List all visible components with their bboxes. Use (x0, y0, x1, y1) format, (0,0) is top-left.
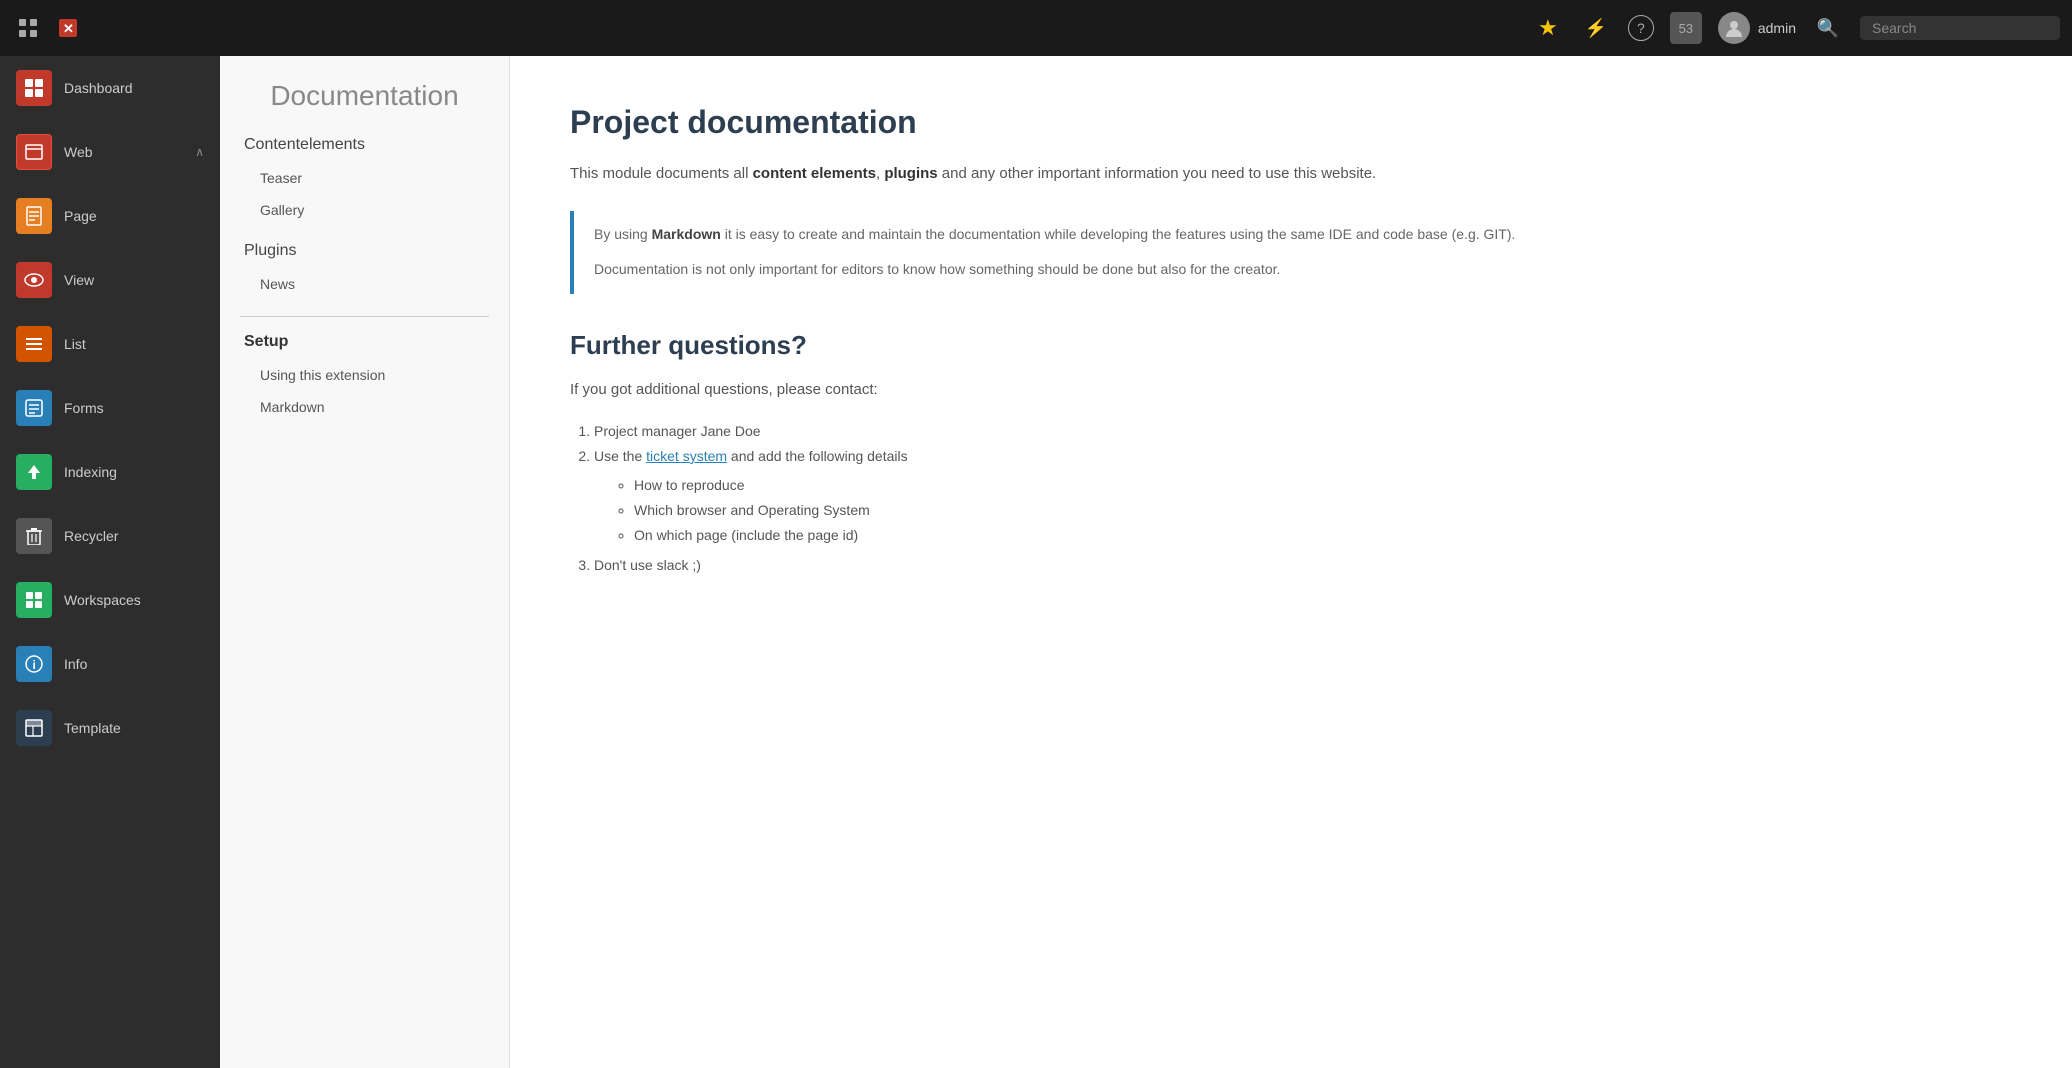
sidebar-label-view: View (64, 272, 204, 288)
sidebar-item-forms[interactable]: Forms (0, 376, 220, 440)
doc-panel: Documentation Contentelements Teaser Gal… (220, 56, 510, 1068)
search-toggle-icon[interactable]: 🔍 (1812, 12, 1844, 44)
sidebar-label-page: Page (64, 208, 204, 224)
sidebar-label-template: Template (64, 720, 204, 736)
content-intro: This module documents all content elemen… (570, 161, 2012, 187)
sub-list: How to reproduce Which browser and Opera… (634, 473, 2012, 549)
flash-icon[interactable]: ⚡ (1580, 12, 1612, 44)
plugins-header: Plugins (240, 242, 489, 260)
sub-item-3: On which page (include the page id) (634, 523, 2012, 548)
search-bar[interactable] (1860, 16, 2060, 40)
topbar-left: ✕ (12, 12, 84, 44)
topbar-actions: ★ ⚡ ? 53 admin 🔍 (1532, 12, 2060, 44)
grid-icon[interactable] (12, 12, 44, 44)
contact-list: Project manager Jane Doe Use the ticket … (594, 419, 2012, 578)
list-icon (16, 326, 52, 362)
svg-text:✕: ✕ (63, 21, 74, 36)
sidebar-label-web: Web (64, 144, 183, 160)
avatar (1718, 12, 1750, 44)
web-arrow-icon: ∧ (195, 145, 204, 159)
workspaces-icon (16, 582, 52, 618)
list-item-1: Project manager Jane Doe (594, 419, 2012, 444)
sub-item-2: Which browser and Operating System (634, 498, 2012, 523)
contentelements-header: Contentelements (240, 136, 489, 154)
doc-item-teaser[interactable]: Teaser (240, 162, 489, 194)
list-item-2: Use the ticket system and add the follow… (594, 444, 2012, 549)
sidebar-item-indexing[interactable]: Indexing (0, 440, 220, 504)
sidebar-item-page[interactable]: Page (0, 184, 220, 248)
web-icon (16, 134, 52, 170)
topbar: ✕ ★ ⚡ ? 53 admin 🔍 (0, 0, 2072, 56)
sidebar-item-dashboard[interactable]: Dashboard (0, 56, 220, 120)
doc-item-gallery[interactable]: Gallery (240, 194, 489, 226)
svg-text:i: i (33, 658, 36, 672)
content-panel: Project documentation This module docume… (510, 56, 2072, 1068)
sidebar-label-indexing: Indexing (64, 464, 204, 480)
sub-item-1: How to reproduce (634, 473, 2012, 498)
blockquote-1: By using Markdown it is easy to create a… (570, 211, 2012, 295)
doc-panel-title: Documentation (240, 80, 489, 112)
main-layout: Dashboard Web ∧ Page (0, 56, 2072, 1068)
star-icon[interactable]: ★ (1532, 12, 1564, 44)
notification-icon: 53 (1670, 12, 1702, 44)
admin-label: admin (1758, 20, 1796, 36)
ticket-system-link[interactable]: ticket system (646, 448, 727, 464)
page-icon (16, 198, 52, 234)
setup-header: Setup (240, 333, 489, 351)
notification-badge[interactable]: 53 (1670, 12, 1702, 44)
template-icon (16, 710, 52, 746)
sidebar-item-workspaces[interactable]: Workspaces (0, 568, 220, 632)
list-item-3: Don't use slack ;) (594, 553, 2012, 578)
bold-plugins: plugins (884, 165, 937, 182)
sidebar-label-forms: Forms (64, 400, 204, 416)
doc-divider (240, 316, 489, 317)
admin-section[interactable]: admin (1718, 12, 1796, 44)
dashboard-icon (16, 70, 52, 106)
blockquote-2-text: Documentation is not only important for … (594, 258, 1992, 282)
sidebar-label-dashboard: Dashboard (64, 80, 204, 96)
sidebar-label-recycler: Recycler (64, 528, 204, 544)
sidebar-label-list: List (64, 336, 204, 352)
bold-content-elements: content elements (753, 165, 876, 182)
further-questions-title: Further questions? (570, 330, 2012, 361)
indexing-icon (16, 454, 52, 490)
further-intro: If you got additional questions, please … (570, 377, 2012, 403)
content-title: Project documentation (570, 104, 2012, 141)
doc-item-using-extension[interactable]: Using this extension (240, 359, 489, 391)
recycler-icon (16, 518, 52, 554)
sidebar: Dashboard Web ∧ Page (0, 56, 220, 1068)
search-input[interactable] (1872, 20, 2032, 36)
sidebar-item-list[interactable]: List (0, 312, 220, 376)
sidebar-label-info: Info (64, 656, 204, 672)
sidebar-item-info[interactable]: i Info (0, 632, 220, 696)
sidebar-item-template[interactable]: Template (0, 696, 220, 760)
doc-item-markdown[interactable]: Markdown (240, 391, 489, 423)
forms-icon (16, 390, 52, 426)
sidebar-item-web[interactable]: Web ∧ (0, 120, 220, 184)
sidebar-label-workspaces: Workspaces (64, 592, 204, 608)
help-icon[interactable]: ? (1628, 15, 1654, 41)
close-icon[interactable]: ✕ (52, 12, 84, 44)
sidebar-item-view[interactable]: View (0, 248, 220, 312)
doc-item-news[interactable]: News (240, 268, 489, 300)
sidebar-item-recycler[interactable]: Recycler (0, 504, 220, 568)
blockquote-1-text: By using Markdown it is easy to create a… (594, 223, 1992, 247)
info-icon: i (16, 646, 52, 682)
view-icon (16, 262, 52, 298)
